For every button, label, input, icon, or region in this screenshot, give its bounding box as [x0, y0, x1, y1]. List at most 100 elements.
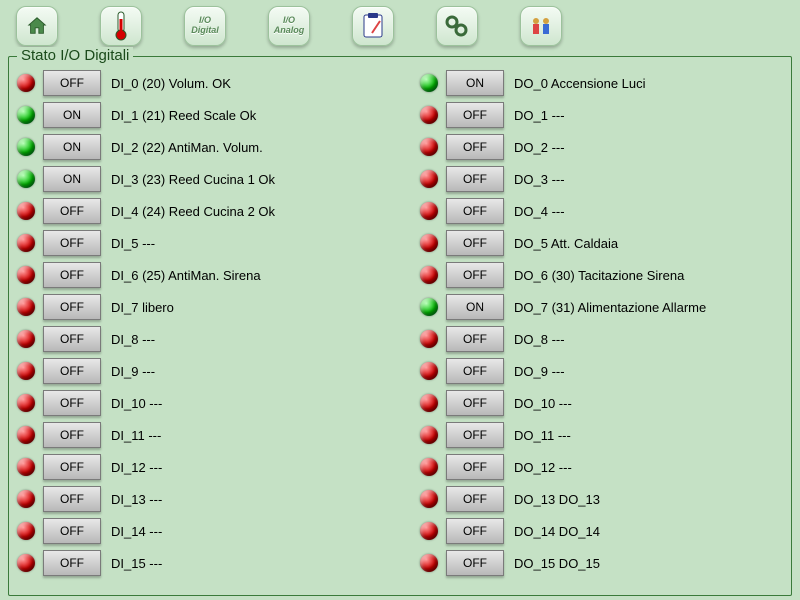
di-label: DI_15 ---	[111, 556, 162, 571]
di-toggle-1[interactable]: ON	[43, 102, 101, 128]
status-led	[17, 394, 35, 412]
do-toggle-3[interactable]: OFF	[446, 166, 504, 192]
di-toggle-8[interactable]: OFF	[43, 326, 101, 352]
do-label: DO_12 ---	[514, 460, 572, 475]
do-toggle-13[interactable]: OFF	[446, 486, 504, 512]
status-led	[420, 330, 438, 348]
clipboard-icon	[362, 13, 384, 39]
users-button[interactable]	[520, 6, 562, 46]
di-label: DI_12 ---	[111, 460, 162, 475]
di-label: DI_11 ---	[111, 428, 161, 443]
di-toggle-5[interactable]: OFF	[43, 230, 101, 256]
do-label: DO_5 Att. Caldaia	[514, 236, 618, 251]
home-button[interactable]	[16, 6, 58, 46]
di-toggle-11[interactable]: OFF	[43, 422, 101, 448]
toolbar: I/O Digital I/O Analog	[0, 0, 800, 50]
do-label: DO_0 Accensione Luci	[514, 76, 646, 91]
do-row: OFFDO_13 DO_13	[420, 483, 783, 515]
do-toggle-11[interactable]: OFF	[446, 422, 504, 448]
di-toggle-6[interactable]: OFF	[43, 262, 101, 288]
do-toggle-1[interactable]: OFF	[446, 102, 504, 128]
status-led	[420, 458, 438, 476]
notes-button[interactable]	[352, 6, 394, 46]
di-label: DI_3 (23) Reed Cucina 1 Ok	[111, 172, 275, 187]
do-row: OFF DO_8 ---	[420, 323, 783, 355]
do-row: OFF DO_11 ---	[420, 419, 783, 451]
do-label: DO_11 ---	[514, 428, 571, 443]
do-toggle-9[interactable]: OFF	[446, 358, 504, 384]
status-led	[17, 362, 35, 380]
di-row: ONDI_1 (21) Reed Scale Ok	[17, 99, 380, 131]
di-toggle-0[interactable]: OFF	[43, 70, 101, 96]
di-row: OFF DI_0 (20) Volum. OK	[17, 67, 380, 99]
do-label: DO_7 (31) Alimentazione Allarme	[514, 300, 706, 315]
settings-button[interactable]	[436, 6, 478, 46]
status-led	[17, 330, 35, 348]
home-icon	[26, 15, 48, 37]
gears-icon	[444, 14, 470, 38]
status-led	[17, 74, 35, 92]
do-toggle-0[interactable]: ON	[446, 70, 504, 96]
di-toggle-13[interactable]: OFF	[43, 486, 101, 512]
di-label: DI_8 ---	[111, 332, 155, 347]
do-toggle-7[interactable]: ON	[446, 294, 504, 320]
do-toggle-8[interactable]: OFF	[446, 326, 504, 352]
do-label: DO_6 (30) Tacitazione Sirena	[514, 268, 684, 283]
do-row: OFF DO_2 ---	[420, 131, 783, 163]
do-row: OFFDO_9 ---	[420, 355, 783, 387]
panel-title: Stato I/O Digitali	[17, 47, 133, 64]
do-toggle-2[interactable]: OFF	[446, 134, 504, 160]
di-row: OFFDI_13 ---	[17, 483, 380, 515]
di-label: DI_4 (24) Reed Cucina 2 Ok	[111, 204, 275, 219]
io-digital-label: I/O Digital	[185, 16, 225, 36]
di-toggle-14[interactable]: OFF	[43, 518, 101, 544]
do-row: OFF DO_15 DO_15	[420, 547, 783, 579]
di-label: DI_14 ---	[111, 524, 162, 539]
status-led	[17, 170, 35, 188]
do-toggle-4[interactable]: OFF	[446, 198, 504, 224]
status-led	[420, 106, 438, 124]
status-led	[420, 138, 438, 156]
di-row: OFF DI_15 ---	[17, 547, 380, 579]
do-toggle-5[interactable]: OFF	[446, 230, 504, 256]
di-row: OFF DI_12 ---	[17, 451, 380, 483]
status-led	[17, 490, 35, 508]
status-led	[420, 554, 438, 572]
io-digital-panel: Stato I/O Digitali OFFDI_0 (20) Volum. O…	[8, 56, 792, 596]
do-toggle-14[interactable]: OFF	[446, 518, 504, 544]
di-toggle-15[interactable]: OFF	[43, 550, 101, 576]
do-toggle-10[interactable]: OFF	[446, 390, 504, 416]
status-led	[420, 234, 438, 252]
status-led	[420, 74, 438, 92]
temperature-button[interactable]	[100, 6, 142, 46]
do-toggle-12[interactable]: OFF	[446, 454, 504, 480]
di-toggle-3[interactable]: ON	[43, 166, 101, 192]
do-label: DO_2 ---	[514, 140, 565, 155]
di-toggle-9[interactable]: OFF	[43, 358, 101, 384]
io-analog-button[interactable]: I/O Analog	[268, 6, 310, 46]
di-row: OFF DI_8 ---	[17, 323, 380, 355]
di-label: DI_0 (20) Volum. OK	[111, 76, 231, 91]
di-row: ON DI_3 (23) Reed Cucina 1 Ok	[17, 163, 380, 195]
do-label: DO_8 ---	[514, 332, 565, 347]
status-led	[17, 234, 35, 252]
status-led	[17, 266, 35, 284]
io-digital-button[interactable]: I/O Digital	[184, 6, 226, 46]
di-toggle-10[interactable]: OFF	[43, 390, 101, 416]
status-led	[17, 106, 35, 124]
do-row: OFFDO_14 DO_14	[420, 515, 783, 547]
do-row: OFFDO_1 ---	[420, 99, 783, 131]
di-toggle-12[interactable]: OFF	[43, 454, 101, 480]
di-toggle-2[interactable]: ON	[43, 134, 101, 160]
do-label: DO_15 DO_15	[514, 556, 600, 571]
do-toggle-15[interactable]: OFF	[446, 550, 504, 576]
di-label: DI_10 ---	[111, 396, 162, 411]
do-row: OFF DO_12 ---	[420, 451, 783, 483]
di-row: OFF DI_14 ---	[17, 515, 380, 547]
di-toggle-4[interactable]: OFF	[43, 198, 101, 224]
di-toggle-7[interactable]: OFF	[43, 294, 101, 320]
do-row: OFF DO_5 Att. Caldaia	[420, 227, 783, 259]
di-row: OFFDI_7 libero	[17, 291, 380, 323]
do-row: OFFDO_3 ---	[420, 163, 783, 195]
do-toggle-6[interactable]: OFF	[446, 262, 504, 288]
